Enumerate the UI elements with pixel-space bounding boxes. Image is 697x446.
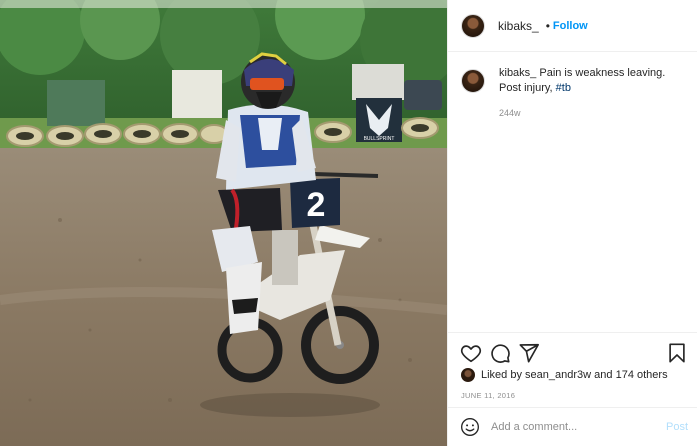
avatar[interactable] <box>461 13 485 38</box>
comment-bar: Post <box>448 407 697 446</box>
caption-text: kibaks_ Pain is weakness leaving. Post i… <box>499 66 684 96</box>
likes-others[interactable]: 174 others <box>616 369 668 381</box>
post-photo[interactable]: BULLSPRINT 2 <box>0 0 447 446</box>
caption: kibaks_ Pain is weakness leaving. Post i… <box>448 66 697 118</box>
banner-text: BULLSPRINT <box>364 136 395 142</box>
share-icon <box>519 343 539 363</box>
emoji-icon[interactable] <box>460 417 480 437</box>
save-button[interactable] <box>666 342 688 364</box>
post-panel: kibaks_ • Follow kibaks_ Pain is weaknes… <box>447 0 697 446</box>
header-separator: • <box>545 18 550 33</box>
share-button[interactable] <box>518 342 540 364</box>
liker-username[interactable]: sean_andr3w <box>525 369 591 381</box>
likes-prefix: Liked by <box>481 369 522 381</box>
comment-input[interactable] <box>491 421 661 433</box>
likes-summary: Liked by sean_andr3w and 174 others <box>461 368 668 382</box>
likes-middle: and <box>594 369 613 381</box>
caption-username[interactable]: kibaks_ <box>499 67 536 79</box>
comment-button[interactable] <box>489 342 511 364</box>
liker-avatar[interactable] <box>461 368 475 382</box>
caption-avatar[interactable] <box>461 69 485 93</box>
actions-section: Liked by sean_andr3w and 174 others JUNE… <box>448 332 697 407</box>
bookmark-icon <box>669 343 685 363</box>
bib-number: 2 <box>307 186 326 224</box>
motocross-photo: BULLSPRINT 2 <box>0 0 447 446</box>
post-date[interactable]: JUNE 11, 2016 <box>461 391 515 400</box>
caption-time[interactable]: 244w <box>499 108 684 118</box>
heart-icon <box>460 345 482 363</box>
post-header: kibaks_ • Follow <box>448 0 697 52</box>
caption-body: kibaks_ Pain is weakness leaving. Post i… <box>499 66 684 118</box>
header-username[interactable]: kibaks_ <box>498 19 539 33</box>
follow-button[interactable]: Follow <box>553 20 588 32</box>
comment-icon <box>491 344 510 363</box>
hashtag-link[interactable]: #tb <box>556 82 571 94</box>
like-button[interactable] <box>460 342 482 364</box>
action-bar <box>460 342 688 364</box>
post-button[interactable]: Post <box>666 421 688 433</box>
